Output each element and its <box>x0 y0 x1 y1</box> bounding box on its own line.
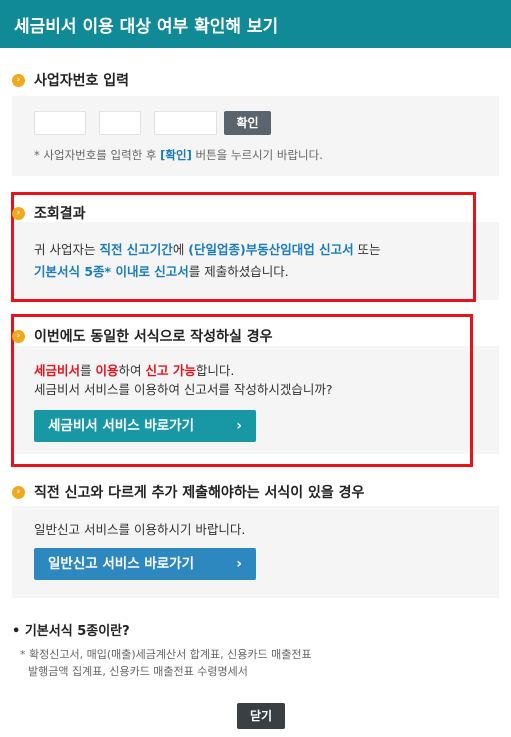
text: 를 제출하셨습니다. <box>188 264 289 279</box>
chevron-right-circle-icon <box>12 485 25 499</box>
result-text: 귀 사업자는 직전 신고기간에 (단일업종)부동산임대업 신고서 또는 기본서식… <box>34 239 381 283</box>
text-highlight: (단일업종)부동산임대업 신고서 <box>188 242 354 257</box>
text: 합니다. <box>195 363 235 378</box>
basic-forms-title: • 기본서식 5종이란? <box>12 624 130 639</box>
basic-forms-line-2: 발행금액 집계표, 신용카드 매출전표 수령명세서 <box>28 665 248 678</box>
basic-forms-line-1: * 확정신고서, 매입(매출)세금계산서 합계표, 신용카드 매출전표 <box>20 648 312 661</box>
section-biz-number-title: 사업자번호 입력 <box>12 70 129 90</box>
note-text: * 사업자번호를 입력한 후 <box>34 148 161 162</box>
tax-assistant-service-button[interactable]: 세금비서 서비스 바로가기 › <box>34 410 256 442</box>
text: 귀 사업자는 <box>34 242 100 257</box>
close-button[interactable]: 닫기 <box>237 703 285 729</box>
section-additional-title: 직전 신고와 다르게 추가 제출해야하는 서식이 있을 경우 <box>12 482 364 502</box>
text-highlight: 이용 <box>95 363 119 378</box>
same-form-text: 세금비서를 이용하여 신고 가능합니다. 세금비서 서비스를 이용하여 신고서를… <box>34 361 333 399</box>
same-form-line-2: 세금비서 서비스를 이용하여 신고서를 작성하시겠습니까? <box>34 382 333 397</box>
section-label: 직전 신고와 다르게 추가 제출해야하는 서식이 있을 경우 <box>34 485 365 501</box>
text: 를 <box>80 363 96 378</box>
button-label: 일반신고 서비스 바로가기 <box>48 556 195 572</box>
biz-number-field-3[interactable] <box>154 111 217 135</box>
basic-forms-note: * 확정신고서, 매입(매출)세금계산서 합계표, 신용카드 매출전표 발행금액… <box>20 646 312 680</box>
chevron-right-circle-icon <box>12 206 25 220</box>
text-highlight: 세금비서 <box>34 363 81 378</box>
biz-number-note: * 사업자번호를 입력한 후 [확인] 버튼을 누르시기 바랍니다. <box>34 147 323 163</box>
text: 에 <box>172 242 189 257</box>
text-highlight: 직전 신고기간 <box>99 242 173 257</box>
text: 또는 <box>353 242 381 257</box>
note-text: 버튼을 누르시기 바랍니다. <box>191 148 323 162</box>
result-line-1: 귀 사업자는 직전 신고기간에 (단일업종)부동산임대업 신고서 또는 <box>34 239 381 261</box>
chevron-right-circle-icon <box>12 73 25 87</box>
chevron-right-icon: › <box>236 556 242 572</box>
general-filing-service-button[interactable]: 일반신고 서비스 바로가기 › <box>34 548 256 580</box>
section-label: 사업자번호 입력 <box>34 73 130 89</box>
chevron-right-icon: › <box>236 418 242 434</box>
same-form-line-1: 세금비서를 이용하여 신고 가능합니다. <box>34 361 333 380</box>
text-highlight: 신고 가능 <box>145 363 196 378</box>
biz-number-panel <box>12 96 499 176</box>
result-line-2: 기본서식 5종* 이내로 신고서를 제출하셨습니다. <box>34 261 381 283</box>
section-result-title: 조회결과 <box>12 203 86 223</box>
text: 하여 <box>118 363 146 378</box>
text-highlight: 기본서식 5종* 이내로 신고서 <box>34 264 189 279</box>
confirm-button[interactable]: 확인 <box>224 111 271 135</box>
section-label: 조회결과 <box>34 206 86 222</box>
button-label: 세금비서 서비스 바로가기 <box>48 418 195 434</box>
chevron-right-circle-icon <box>12 329 25 343</box>
section-same-form-title: 이번에도 동일한 서식으로 작성하실 경우 <box>12 326 272 346</box>
page-title: 세금비서 이용 대상 여부 확인해 보기 <box>0 0 511 48</box>
note-highlight: [확인] <box>160 148 192 162</box>
biz-number-field-2[interactable] <box>99 111 141 135</box>
biz-number-field-1[interactable] <box>34 111 86 135</box>
additional-text: 일반신고 서비스를 이용하시기 바랍니다. <box>34 522 246 537</box>
section-label: 이번에도 동일한 서식으로 작성하실 경우 <box>34 329 273 345</box>
